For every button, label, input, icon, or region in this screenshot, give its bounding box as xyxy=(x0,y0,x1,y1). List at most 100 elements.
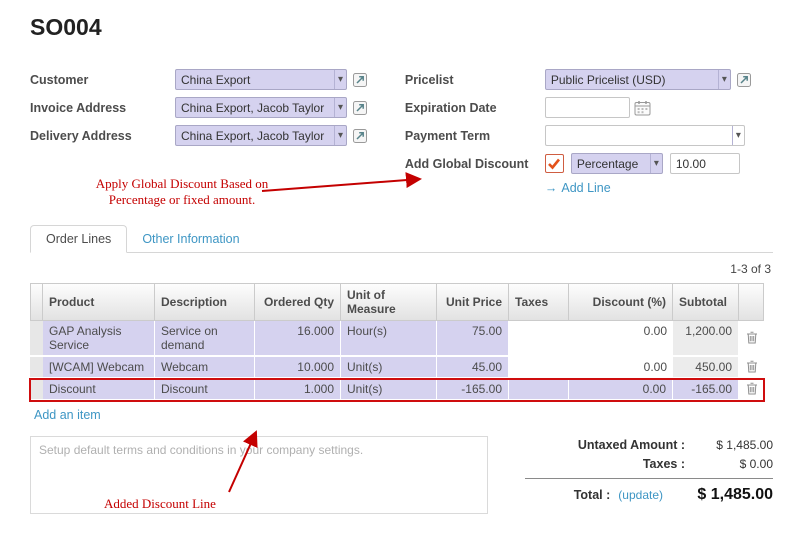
discount-type-select[interactable]: Percentage ▾ xyxy=(571,153,663,174)
cell-unit-price[interactable]: 75.00 xyxy=(437,321,509,357)
cell-description[interactable]: Service on demand xyxy=(155,321,255,357)
cell-taxes[interactable] xyxy=(509,379,569,401)
pager: 1-3 of 3 xyxy=(30,253,773,283)
col-discount[interactable]: Discount (%) xyxy=(569,283,673,321)
cell-subtotal: 450.00 xyxy=(673,357,739,379)
expiration-date-input[interactable] xyxy=(545,97,630,118)
cell-product[interactable]: Discount xyxy=(43,379,155,401)
pricelist-external-link-icon[interactable] xyxy=(736,72,752,88)
tab-other-information[interactable]: Other Information xyxy=(127,226,254,252)
cell-description[interactable]: Webcam xyxy=(155,357,255,379)
order-lines-table: Product Description Ordered Qty Unit of … xyxy=(30,283,764,401)
pricelist-select[interactable]: Public Pricelist (USD) ▾ xyxy=(545,69,731,90)
col-product[interactable]: Product xyxy=(43,283,155,321)
delivery-address-external-link-icon[interactable] xyxy=(352,128,368,144)
table-row[interactable]: GAP Analysis Service Service on demand 1… xyxy=(30,321,764,357)
chevron-down-icon: ▾ xyxy=(650,154,662,173)
table-header-row: Product Description Ordered Qty Unit of … xyxy=(30,283,764,321)
totals-panel: Untaxed Amount : $ 1,485.00 Taxes : $ 0.… xyxy=(525,436,773,514)
taxes-label: Taxes : xyxy=(525,457,685,471)
discount-amount-input[interactable] xyxy=(670,153,740,174)
expiration-date-label: Expiration Date xyxy=(405,101,545,115)
delivery-address-select[interactable]: China Export, Jacob Taylor ▾ xyxy=(175,125,347,146)
cell-unit-price[interactable]: -165.00 xyxy=(437,379,509,401)
pricelist-value: Public Pricelist (USD) xyxy=(551,73,714,87)
delivery-address-label: Delivery Address xyxy=(30,129,175,143)
invoice-address-external-link-icon[interactable] xyxy=(352,100,368,116)
terms-notes-box xyxy=(30,436,488,514)
col-taxes[interactable]: Taxes xyxy=(509,283,569,321)
chevron-down-icon: ▾ xyxy=(718,70,730,89)
cell-qty[interactable]: 10.000 xyxy=(255,357,341,379)
terms-textarea[interactable] xyxy=(31,437,487,513)
col-ordered-qty[interactable]: Ordered Qty xyxy=(255,283,341,321)
global-discount-checkbox[interactable] xyxy=(545,154,564,173)
col-description[interactable]: Description xyxy=(155,283,255,321)
chevron-down-icon: ▾ xyxy=(732,126,744,145)
bottom-section: Untaxed Amount : $ 1,485.00 Taxes : $ 0.… xyxy=(30,436,773,514)
customer-label: Customer xyxy=(30,73,175,87)
col-subtotal[interactable]: Subtotal xyxy=(673,283,739,321)
cell-unit-price[interactable]: 45.00 xyxy=(437,357,509,379)
form-column-right: Pricelist Public Pricelist (USD) ▾ Expir… xyxy=(405,69,773,195)
add-line-link[interactable]: →Add Line xyxy=(545,181,773,195)
untaxed-amount-label: Untaxed Amount : xyxy=(525,438,685,452)
table-row-discount[interactable]: Discount Discount 1.000 Unit(s) -165.00 … xyxy=(30,379,764,401)
cell-uom[interactable]: Hour(s) xyxy=(341,321,437,357)
cell-discount[interactable]: 0.00 xyxy=(569,321,673,357)
add-line-label: Add Line xyxy=(561,181,610,195)
totals-separator xyxy=(525,478,773,479)
row-handle[interactable] xyxy=(30,321,43,357)
add-line-arrow-icon: → xyxy=(545,181,558,195)
invoice-address-select[interactable]: China Export, Jacob Taylor ▾ xyxy=(175,97,347,118)
add-an-item-link[interactable]: Add an item xyxy=(30,401,210,422)
delete-column-header xyxy=(739,283,764,321)
update-link[interactable]: (update) xyxy=(618,488,663,502)
tab-order-lines[interactable]: Order Lines xyxy=(30,225,127,253)
global-discount-label: Add Global Discount xyxy=(405,157,545,171)
discount-type-value: Percentage xyxy=(577,157,646,171)
cell-qty[interactable]: 16.000 xyxy=(255,321,341,357)
row-handle[interactable] xyxy=(30,357,43,379)
delivery-address-value: China Export, Jacob Taylor xyxy=(181,129,330,143)
cell-uom[interactable]: Unit(s) xyxy=(341,379,437,401)
form-column-left: Customer China Export ▾ Invoice Address … xyxy=(30,69,405,195)
cell-subtotal: 1,200.00 xyxy=(673,321,739,357)
page-title: SO004 xyxy=(30,14,773,41)
chevron-down-icon: ▾ xyxy=(334,70,346,89)
cell-uom[interactable]: Unit(s) xyxy=(341,357,437,379)
delete-row-icon[interactable] xyxy=(739,321,764,357)
invoice-address-label: Invoice Address xyxy=(30,101,175,115)
cell-discount[interactable]: 0.00 xyxy=(569,357,673,379)
customer-select[interactable]: China Export ▾ xyxy=(175,69,347,90)
payment-term-label: Payment Term xyxy=(405,129,545,143)
col-unit-price[interactable]: Unit Price xyxy=(437,283,509,321)
total-label: Total :(update) xyxy=(525,488,663,502)
cell-description[interactable]: Discount xyxy=(155,379,255,401)
table-row[interactable]: [WCAM] Webcam Webcam 10.000 Unit(s) 45.0… xyxy=(30,357,764,379)
calendar-icon[interactable] xyxy=(634,100,651,116)
pricelist-label: Pricelist xyxy=(405,73,545,87)
customer-external-link-icon[interactable] xyxy=(352,72,368,88)
cell-taxes[interactable] xyxy=(509,321,569,357)
handle-column-header xyxy=(30,283,43,321)
payment-term-select[interactable]: ▾ xyxy=(545,125,745,146)
cell-qty[interactable]: 1.000 xyxy=(255,379,341,401)
taxes-value: $ 0.00 xyxy=(685,457,773,471)
cell-product[interactable]: [WCAM] Webcam xyxy=(43,357,155,379)
delete-row-icon[interactable] xyxy=(739,357,764,379)
sale-order-form: SO004 Customer China Export ▾ Invoice Ad… xyxy=(0,0,803,545)
cell-product[interactable]: GAP Analysis Service xyxy=(43,321,155,357)
invoice-address-value: China Export, Jacob Taylor xyxy=(181,101,330,115)
chevron-down-icon: ▾ xyxy=(334,126,346,145)
form-area: Customer China Export ▾ Invoice Address … xyxy=(30,69,773,195)
cell-taxes[interactable] xyxy=(509,357,569,379)
delete-row-icon[interactable] xyxy=(739,379,764,401)
notebook-tabs: Order Lines Other Information xyxy=(30,225,773,253)
customer-value: China Export xyxy=(181,73,330,87)
cell-subtotal: -165.00 xyxy=(673,379,739,401)
untaxed-amount-value: $ 1,485.00 xyxy=(685,438,773,452)
col-unit-of-measure[interactable]: Unit of Measure xyxy=(341,283,437,321)
row-handle[interactable] xyxy=(30,379,43,401)
cell-discount[interactable]: 0.00 xyxy=(569,379,673,401)
